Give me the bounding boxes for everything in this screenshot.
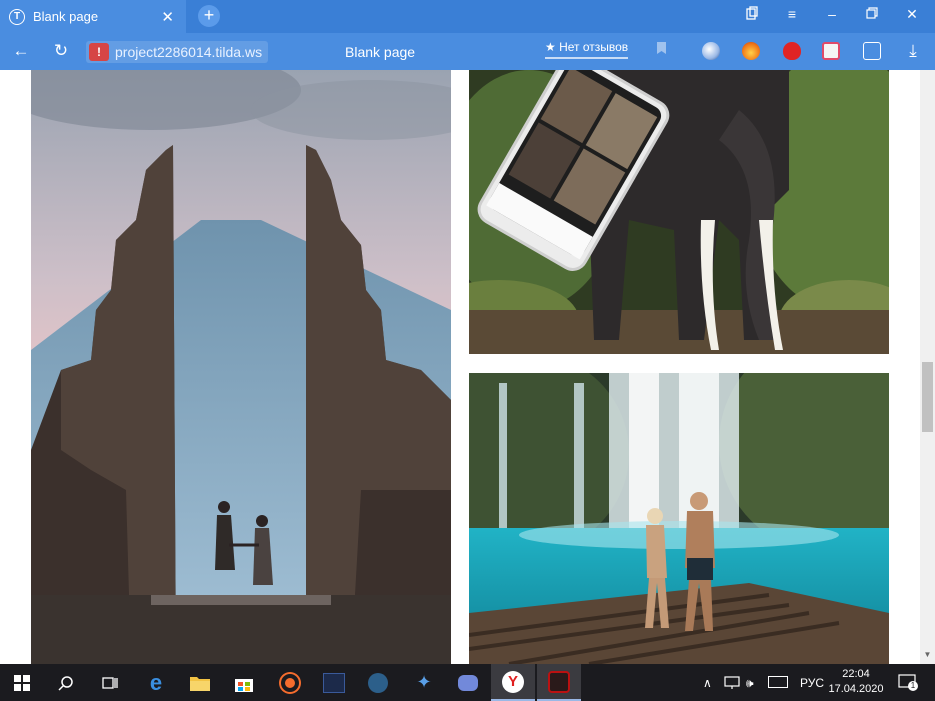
elephant-phone-photo: [469, 70, 889, 354]
search-icon[interactable]: [44, 664, 88, 701]
waterfall-couple-photo: [469, 373, 889, 664]
edge-icon[interactable]: e: [134, 664, 178, 701]
discord-icon[interactable]: [446, 664, 490, 701]
terminal-icon[interactable]: [312, 664, 356, 701]
vpn-extension-icon[interactable]: [702, 42, 720, 60]
restore-icon[interactable]: [860, 6, 884, 26]
new-tab-button[interactable]: +: [198, 5, 220, 27]
origin-icon[interactable]: [268, 664, 312, 701]
steam-icon[interactable]: [356, 664, 400, 701]
volume-icon[interactable]: 🕪: [746, 676, 754, 691]
translate-extension-icon[interactable]: [863, 42, 881, 60]
store-icon[interactable]: [222, 664, 266, 701]
warning-icon[interactable]: !: [89, 43, 109, 61]
tab-bar: T Blank page ✕ + ≡ – ✕: [0, 0, 935, 33]
page-title: Blank page: [345, 44, 416, 60]
notifications-icon[interactable]: 1: [898, 674, 918, 693]
file-explorer-icon[interactable]: [178, 664, 222, 701]
start-icon[interactable]: [0, 664, 44, 701]
network-icon[interactable]: [724, 676, 740, 693]
bookmark-icon[interactable]: [650, 41, 672, 63]
page-content: [0, 70, 920, 664]
clock-time: 22:04: [842, 668, 870, 680]
clock-date: 17.04.2020: [828, 683, 884, 695]
task-view-icon[interactable]: [88, 664, 132, 701]
scroll-down-arrow-icon[interactable]: ▼: [922, 650, 933, 662]
url-field[interactable]: ! project2286014.tilda.ws: [86, 41, 269, 63]
bookmarks-panel-icon[interactable]: [740, 6, 764, 26]
download-icon[interactable]: ⤓: [902, 41, 924, 63]
notification-count: 1: [908, 681, 918, 691]
visual-studio-icon[interactable]: ✦: [402, 664, 446, 701]
tab-blank-page[interactable]: T Blank page ✕: [0, 0, 186, 33]
adblock-extension-icon[interactable]: [783, 42, 801, 60]
tab-title: Blank page: [33, 9, 99, 24]
cat-extension-icon[interactable]: [822, 42, 840, 60]
tab-close-icon[interactable]: ✕: [161, 8, 174, 26]
yandex-browser-icon[interactable]: Y: [491, 664, 535, 701]
address-bar: ← ↻ ! project2286014.tilda.ws Blank page…: [0, 33, 935, 70]
show-hidden-icons-icon[interactable]: ∧: [703, 676, 712, 690]
scrollbar-thumb[interactable]: [922, 362, 933, 432]
clock[interactable]: 22:04 17.04.2020: [826, 667, 886, 697]
reviews-button[interactable]: ★ Нет отзывов: [545, 40, 629, 59]
language-indicator[interactable]: РУС: [800, 676, 824, 690]
minimize-icon[interactable]: –: [820, 6, 844, 26]
keyboard-icon[interactable]: [768, 676, 788, 691]
tilda-favicon-icon: T: [9, 8, 25, 25]
reload-icon[interactable]: ↻: [50, 41, 72, 63]
windows-taskbar: e ✦ Y ∧ 🕪 РУС 22:04 17.04.2020 1: [0, 664, 935, 701]
close-window-icon[interactable]: ✕: [900, 6, 924, 26]
url-text: project2286014.tilda.ws: [115, 44, 263, 60]
fire-extension-icon[interactable]: [742, 42, 760, 60]
menu-icon[interactable]: ≡: [780, 6, 804, 26]
game-icon[interactable]: [537, 664, 581, 701]
temple-gate-couple-photo: [31, 70, 451, 664]
back-arrow-icon[interactable]: ←: [10, 41, 32, 63]
